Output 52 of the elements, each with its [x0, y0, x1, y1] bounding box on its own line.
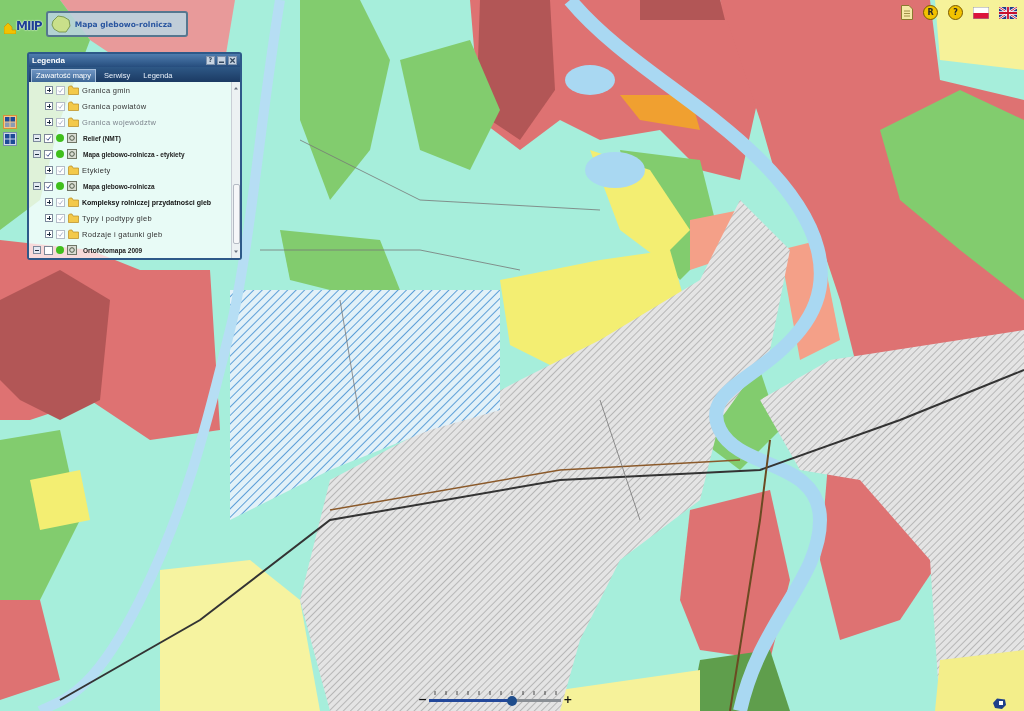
layer-checkbox[interactable] [56, 229, 65, 239]
window-title: Legenda [32, 56, 65, 65]
status-dot-icon [56, 182, 64, 190]
status-dot-icon [56, 134, 64, 142]
collapse-icon[interactable] [33, 150, 41, 158]
expand-icon[interactable] [45, 166, 53, 174]
collapse-icon[interactable] [33, 134, 41, 142]
layer-checkbox[interactable] [56, 197, 65, 207]
folder-icon [68, 165, 79, 175]
map-symbol-icon [993, 698, 1006, 709]
scroll-thumb[interactable] [232, 184, 240, 244]
expand-icon[interactable] [45, 214, 53, 222]
layer-icon [67, 181, 77, 191]
folder-icon [68, 197, 79, 207]
status-dot-icon [56, 246, 64, 254]
folder-icon [68, 85, 79, 95]
folder-icon [68, 229, 79, 239]
expand-icon[interactable] [45, 86, 53, 94]
zoom-out-button[interactable]: − [418, 694, 428, 706]
zoom-in-button[interactable]: + [563, 694, 573, 706]
grid-icon[interactable] [3, 132, 17, 146]
folder-icon [68, 101, 79, 111]
document-icon[interactable] [901, 5, 913, 20]
slider-thumb[interactable] [507, 696, 518, 706]
logo-icon [4, 22, 16, 34]
zoom-slider[interactable] [429, 691, 562, 706]
polish-flag-icon[interactable] [973, 6, 989, 19]
collapse-icon[interactable] [33, 182, 41, 190]
layer-checkbox[interactable] [44, 245, 53, 255]
expand-icon[interactable] [45, 198, 53, 206]
layer-checkbox[interactable] [56, 213, 65, 223]
folder-icon [68, 117, 79, 127]
close-icon[interactable] [228, 56, 237, 65]
layer-checkbox[interactable] [56, 165, 65, 175]
layer-checkbox[interactable] [56, 101, 65, 111]
expand-icon[interactable] [45, 230, 53, 238]
map-shape-icon [50, 15, 71, 33]
logo-text: MIIP [16, 18, 42, 35]
layer-icon [67, 245, 77, 255]
collapse-icon[interactable] [33, 246, 41, 254]
scrollbar[interactable] [231, 82, 240, 258]
layer-icon [67, 149, 77, 159]
layer-checkbox[interactable] [44, 181, 53, 191]
grid-icon[interactable] [3, 115, 17, 129]
minimize-icon[interactable] [217, 56, 226, 65]
folder-icon [68, 213, 79, 223]
layer-checkbox[interactable] [56, 85, 65, 95]
layer-icon [67, 133, 77, 143]
expand-icon[interactable] [45, 102, 53, 110]
layer-checkbox[interactable] [44, 133, 53, 143]
layer-checkbox[interactable] [44, 149, 53, 159]
status-dot-icon [56, 150, 64, 158]
